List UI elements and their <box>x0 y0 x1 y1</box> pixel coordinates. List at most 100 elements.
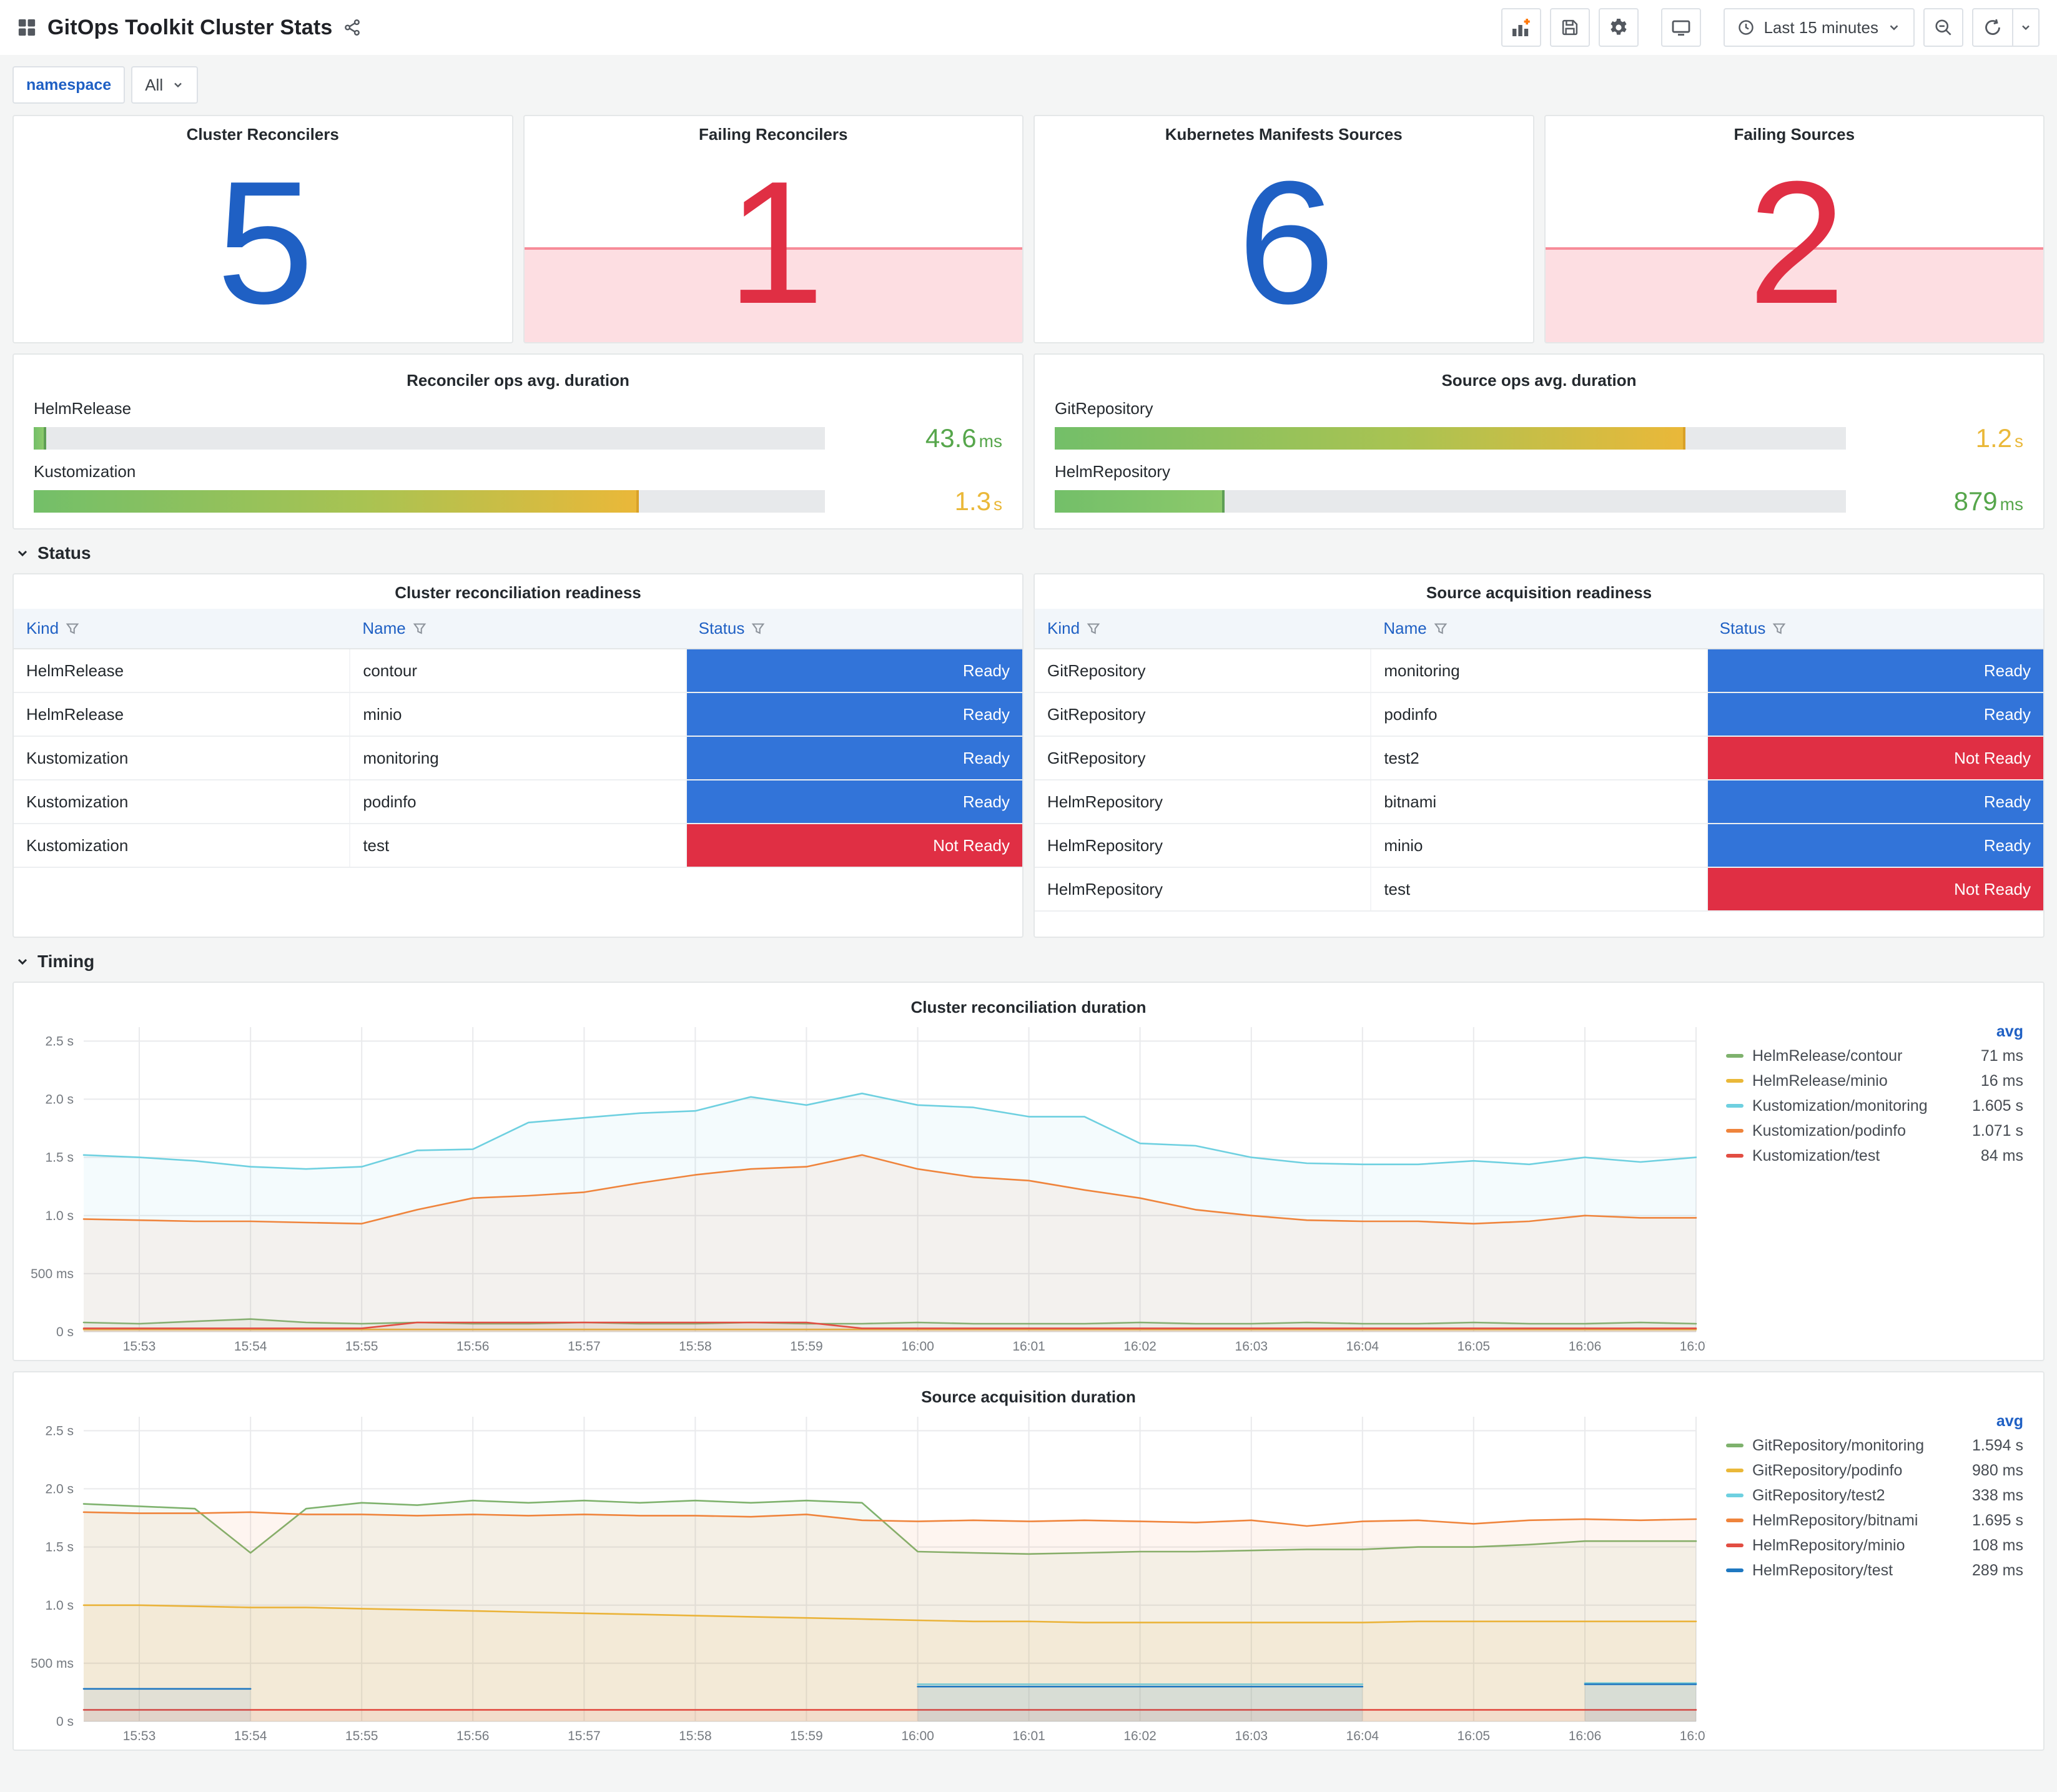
column-header-label: Kind <box>1047 619 1080 638</box>
legend-avg-value: 108 ms <box>1972 1536 2023 1554</box>
legend-item[interactable]: GitRepository/monitoring 1.594 s <box>1726 1433 2023 1458</box>
legend-item[interactable]: GitRepository/podinfo 980 ms <box>1726 1458 2023 1483</box>
chart-panels-column: Cluster reconciliation duration 0 s 500 ms… <box>12 982 2045 1751</box>
filter-funnel-icon[interactable] <box>412 621 427 636</box>
column-header-label: Status <box>698 619 745 638</box>
legend-avg-value: 338 ms <box>1972 1486 2023 1504</box>
filter-funnel-icon[interactable] <box>1772 621 1787 636</box>
stat-value: 1 <box>727 145 824 340</box>
table-row: HelmRepository test Not Ready <box>1035 867 2043 912</box>
legend-series-name: HelmRepository/test <box>1752 1561 1893 1579</box>
gauge-bar-row: 43.6 ms <box>34 423 1002 453</box>
svg-text:1.0 s: 1.0 s <box>45 1209 74 1223</box>
gauge-unit: s <box>994 495 1002 514</box>
chevron-down-icon <box>15 954 30 969</box>
dashboards-grid-icon[interactable] <box>17 18 36 37</box>
legend-item[interactable]: HelmRepository/bitnami 1.695 s <box>1726 1508 2023 1533</box>
dashboard-title: GitOps Toolkit Cluster Stats <box>47 15 333 39</box>
cell-name: bitnami <box>1371 780 1708 824</box>
legend-series-name: Kustomization/test <box>1752 1146 1880 1164</box>
series-color-swatch <box>1726 1129 1744 1133</box>
filter-funnel-icon[interactable] <box>751 621 766 636</box>
legend-series-name: GitRepository/podinfo <box>1752 1461 1903 1479</box>
time-range-picker[interactable]: Last 15 minutes <box>1724 8 1915 47</box>
cell-name: contour <box>350 649 687 693</box>
svg-text:1.0 s: 1.0 s <box>45 1598 74 1613</box>
cell-name: test <box>1371 867 1708 912</box>
share-icon[interactable] <box>343 19 361 36</box>
legend-item[interactable]: HelmRelease/minio 16 ms <box>1726 1068 2023 1093</box>
filter-funnel-icon[interactable] <box>65 621 80 636</box>
time-series-plot[interactable]: 0 s 500 ms 1.0 s 1.5 s 2.0 s 2.5 s 15:53 15:54 1… <box>24 1407 1712 1746</box>
cell-kind: HelmRepository <box>1035 824 1372 868</box>
column-header-name[interactable]: Name <box>1371 609 1707 649</box>
svg-text:16:01: 16:01 <box>1012 1729 1045 1743</box>
legend-avg-header: avg <box>1996 1412 2023 1430</box>
gauge-value: 879 ms <box>1953 486 2023 516</box>
cell-name: monitoring <box>350 736 687 780</box>
cell-status: Not Ready <box>1707 867 2043 912</box>
svg-text:16:02: 16:02 <box>1123 1339 1157 1354</box>
gauge-label: HelmRelease <box>34 399 132 418</box>
cell-kind: GitRepository <box>1035 649 1372 693</box>
column-header-name[interactable]: Name <box>350 609 686 649</box>
svg-text:1.5 s: 1.5 s <box>45 1151 74 1165</box>
time-series-plot[interactable]: 0 s 500 ms 1.0 s 1.5 s 2.0 s 2.5 s 15:53 15:54 1… <box>24 1017 1712 1357</box>
tv-mode-button[interactable] <box>1661 8 1702 47</box>
legend-item[interactable]: HelmRepository/test 289 ms <box>1726 1558 2023 1583</box>
column-header-kind[interactable]: Kind <box>1035 609 1371 649</box>
refresh-button[interactable] <box>1972 8 2012 47</box>
stat-panel-failing-sources: Failing Sources 2 <box>1544 115 2045 343</box>
panel-title: Cluster Reconcilers <box>186 125 339 144</box>
legend-series-name: HelmRelease/minio <box>1752 1071 1888 1090</box>
svg-text:15:55: 15:55 <box>345 1729 378 1743</box>
column-header-status[interactable]: Status <box>1707 609 2043 649</box>
cell-status: Ready <box>1707 649 2043 693</box>
svg-text:15:57: 15:57 <box>568 1339 601 1354</box>
svg-text:15:55: 15:55 <box>345 1339 378 1354</box>
add-panel-button[interactable] <box>1501 8 1542 47</box>
filter-funnel-icon[interactable] <box>1433 621 1448 636</box>
legend-item[interactable]: Kustomization/monitoring 1.605 s <box>1726 1093 2023 1118</box>
row-toggle-timing[interactable]: Timing <box>15 952 2042 972</box>
legend-item[interactable]: HelmRelease/contour 71 ms <box>1726 1043 2023 1068</box>
chart-panel-source-acquisition-duration: Source acquisition duration 0 s 500 ms 1.0 … <box>12 1371 2045 1751</box>
svg-text:2.0 s: 2.0 s <box>45 1482 74 1496</box>
legend-avg-value: 71 ms <box>1980 1046 2023 1065</box>
svg-text:15:56: 15:56 <box>456 1339 490 1354</box>
time-range-label: Last 15 minutes <box>1763 17 1878 37</box>
gauge-label: GitRepository <box>1055 399 1153 418</box>
legend-series-name: Kustomization/podinfo <box>1752 1121 1906 1140</box>
svg-text:15:58: 15:58 <box>679 1729 712 1743</box>
column-header-kind[interactable]: Kind <box>14 609 350 649</box>
svg-text:16:07: 16:07 <box>1680 1339 1706 1354</box>
status-badge: Not Ready <box>686 824 1022 867</box>
legend-item[interactable]: HelmRepository/minio 108 ms <box>1726 1533 2023 1558</box>
stat-panel-kubernetes-manifests-sources: Kubernetes Manifests Sources 6 <box>1033 115 1534 343</box>
legend-item[interactable]: GitRepository/test2 338 ms <box>1726 1483 2023 1508</box>
svg-text:16:06: 16:06 <box>1569 1729 1602 1743</box>
filter-funnel-icon[interactable] <box>1086 621 1101 636</box>
svg-text:16:05: 16:05 <box>1458 1339 1491 1354</box>
series-color-swatch <box>1726 1469 1744 1472</box>
chart-panel-cluster-reconciliation-duration: Cluster reconciliation duration 0 s 500 ms… <box>12 982 2045 1361</box>
legend-item[interactable]: Kustomization/podinfo 1.071 s <box>1726 1118 2023 1143</box>
legend-item[interactable]: Kustomization/test 84 ms <box>1726 1143 2023 1168</box>
variable-label-namespace[interactable]: namespace <box>12 66 126 104</box>
series-color-swatch <box>1726 1104 1744 1108</box>
zoom-out-button[interactable] <box>1923 8 1963 47</box>
svg-text:15:59: 15:59 <box>790 1339 823 1354</box>
column-header-status[interactable]: Status <box>686 609 1022 649</box>
refresh-interval-dropdown[interactable] <box>2012 8 2040 47</box>
svg-text:16:00: 16:00 <box>901 1339 934 1354</box>
gauge-fill <box>34 427 47 450</box>
save-dashboard-button[interactable] <box>1550 8 1591 47</box>
gauge-fill <box>1055 490 1225 513</box>
panel-title: Source acquisition duration <box>921 1387 1136 1406</box>
gauge-track <box>34 490 825 513</box>
variable-namespace-dropdown[interactable]: All <box>131 66 199 104</box>
cell-status: Ready <box>686 780 1022 824</box>
dashboard-settings-button[interactable] <box>1599 8 1639 47</box>
cell-kind: HelmRepository <box>1035 867 1372 912</box>
row-toggle-status[interactable]: Status <box>15 543 2042 563</box>
